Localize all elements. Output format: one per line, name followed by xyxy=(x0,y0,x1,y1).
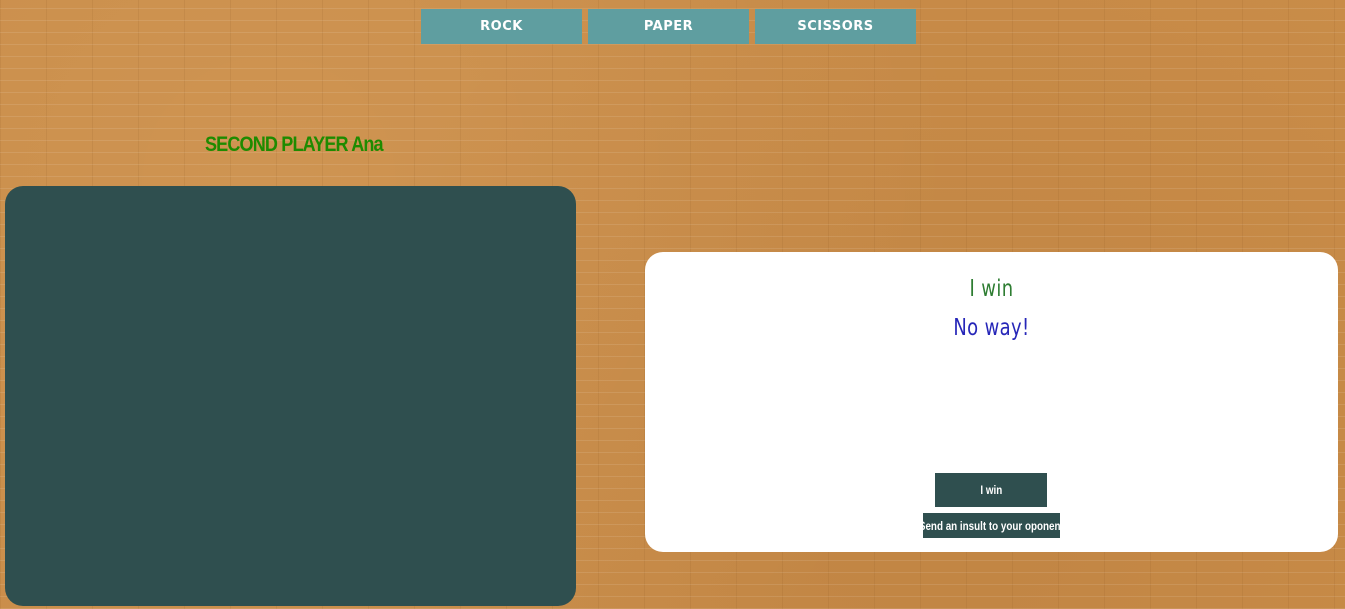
chat-panel: I win No way! I win Send an insult to yo… xyxy=(645,252,1338,552)
chat-message-opponent: No way! xyxy=(953,315,1030,341)
chat-messages: I win No way! xyxy=(645,270,1338,348)
send-insult-button-label: Send an insult to your oponent xyxy=(919,518,1064,533)
game-board xyxy=(5,186,576,606)
game-page: { "choices": [ {"label": "ROCK"}, {"labe… xyxy=(0,0,1345,609)
i-win-button[interactable]: I win xyxy=(935,473,1047,507)
choice-bar: ROCK PAPER SCISSORS xyxy=(421,9,916,44)
i-win-button-label: I win xyxy=(980,483,1002,497)
player-title: SECOND PLAYER Ana xyxy=(205,133,384,156)
paper-button[interactable]: PAPER xyxy=(588,9,749,44)
chat-message-me: I win xyxy=(969,276,1014,302)
scissors-button[interactable]: SCISSORS xyxy=(755,9,916,44)
send-insult-button[interactable]: Send an insult to your oponent xyxy=(919,513,1064,538)
rock-button[interactable]: ROCK xyxy=(421,9,582,44)
